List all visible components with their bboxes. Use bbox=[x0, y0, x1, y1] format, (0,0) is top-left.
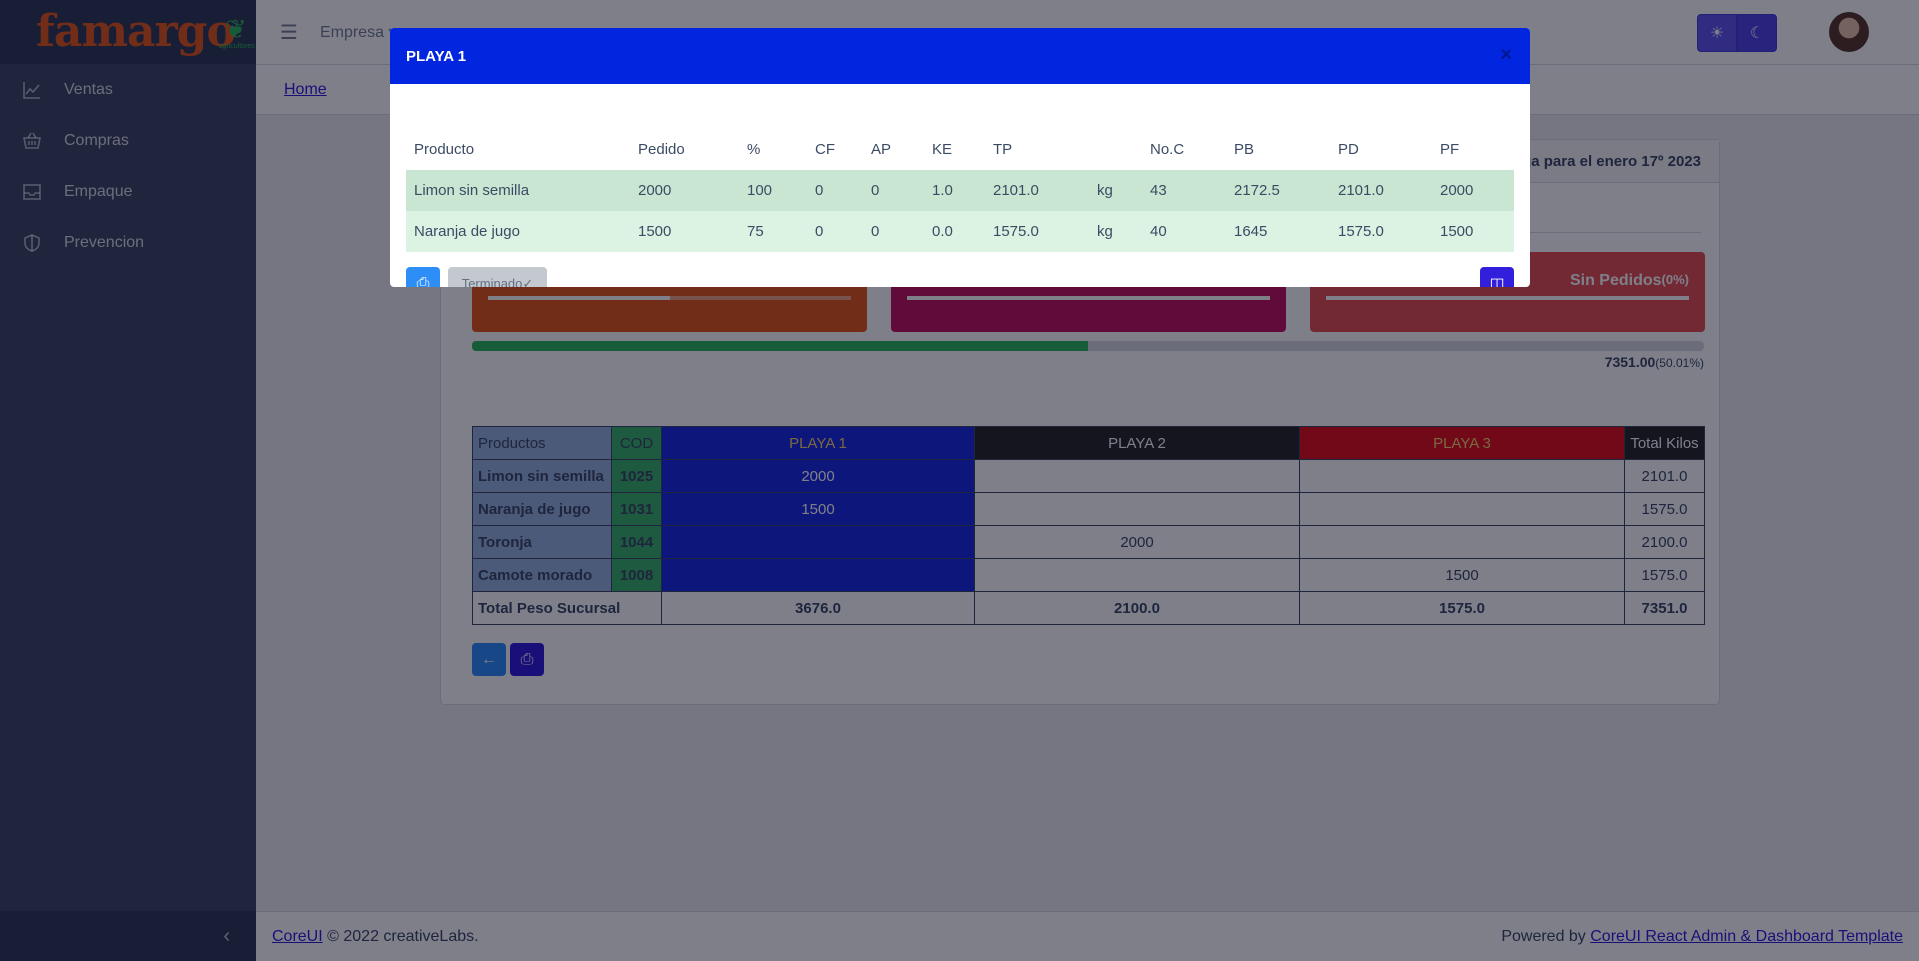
col-pf: PF bbox=[1440, 140, 1460, 158]
cell: 2101.0 bbox=[1330, 170, 1432, 211]
split-view-button[interactable]: ◫ bbox=[1480, 267, 1514, 287]
cell: 100 bbox=[739, 170, 807, 211]
cell: 2000 bbox=[1432, 170, 1514, 211]
modal-title: PLAYA 1 bbox=[406, 47, 467, 65]
cell: 0 bbox=[863, 170, 924, 211]
cell: 0 bbox=[807, 211, 863, 252]
col-pb: PB bbox=[1234, 140, 1255, 158]
col-ap: AP bbox=[871, 140, 892, 158]
cell: 2000 bbox=[630, 170, 739, 211]
cell: 43 bbox=[1142, 170, 1226, 211]
cell: kg bbox=[1089, 170, 1142, 211]
cell: 1500 bbox=[1432, 211, 1514, 252]
modal-table: Producto Pedido % CF AP KE TP No.C PB PD… bbox=[406, 128, 1514, 252]
cell: 1.0 bbox=[924, 170, 985, 211]
table-row: Naranja de jugo 1500 75 0 0 0.0 1575.0 k… bbox=[406, 211, 1514, 252]
terminado-label: Terminado bbox=[461, 276, 523, 287]
col-unit bbox=[1089, 128, 1142, 170]
cell: 2172.5 bbox=[1226, 170, 1330, 211]
printer-icon: ⎙ bbox=[416, 274, 430, 288]
cell: kg bbox=[1089, 211, 1142, 252]
col-tp: TP bbox=[993, 140, 1013, 158]
col-noc: No.C bbox=[1150, 140, 1185, 158]
modal-header: PLAYA 1 × bbox=[390, 28, 1530, 84]
cell: 0 bbox=[807, 170, 863, 211]
cell: Limon sin semilla bbox=[406, 170, 630, 211]
terminado-button[interactable]: Terminado ✓ bbox=[448, 267, 547, 287]
cell: 0 bbox=[863, 211, 924, 252]
cell: 1575.0 bbox=[985, 211, 1089, 252]
cell: Naranja de jugo bbox=[406, 211, 630, 252]
col-percent: % bbox=[747, 140, 761, 158]
cell: 1500 bbox=[630, 211, 739, 252]
cell: 1575.0 bbox=[1330, 211, 1432, 252]
modal-print-button[interactable]: ⎙ bbox=[406, 267, 440, 287]
col-pd: PD bbox=[1338, 140, 1359, 158]
col-ke: KE bbox=[932, 140, 953, 158]
playa-modal: PLAYA 1 × Producto Pedido % CF AP KE TP … bbox=[390, 28, 1530, 287]
cell: 1645 bbox=[1226, 211, 1330, 252]
table-header-row: Producto Pedido % CF AP KE TP No.C PB PD… bbox=[406, 128, 1514, 170]
cell: 75 bbox=[739, 211, 807, 252]
columns-icon: ◫ bbox=[1489, 275, 1505, 288]
check-icon: ✓ bbox=[522, 275, 534, 288]
close-icon[interactable]: × bbox=[1500, 44, 1512, 67]
col-producto: Producto bbox=[414, 140, 475, 158]
cell: 40 bbox=[1142, 211, 1226, 252]
cell: 0.0 bbox=[924, 211, 985, 252]
cell: 2101.0 bbox=[985, 170, 1089, 211]
col-cf: CF bbox=[815, 140, 835, 158]
table-row: Limon sin semilla 2000 100 0 0 1.0 2101.… bbox=[406, 170, 1514, 211]
col-pedido: Pedido bbox=[638, 140, 685, 158]
